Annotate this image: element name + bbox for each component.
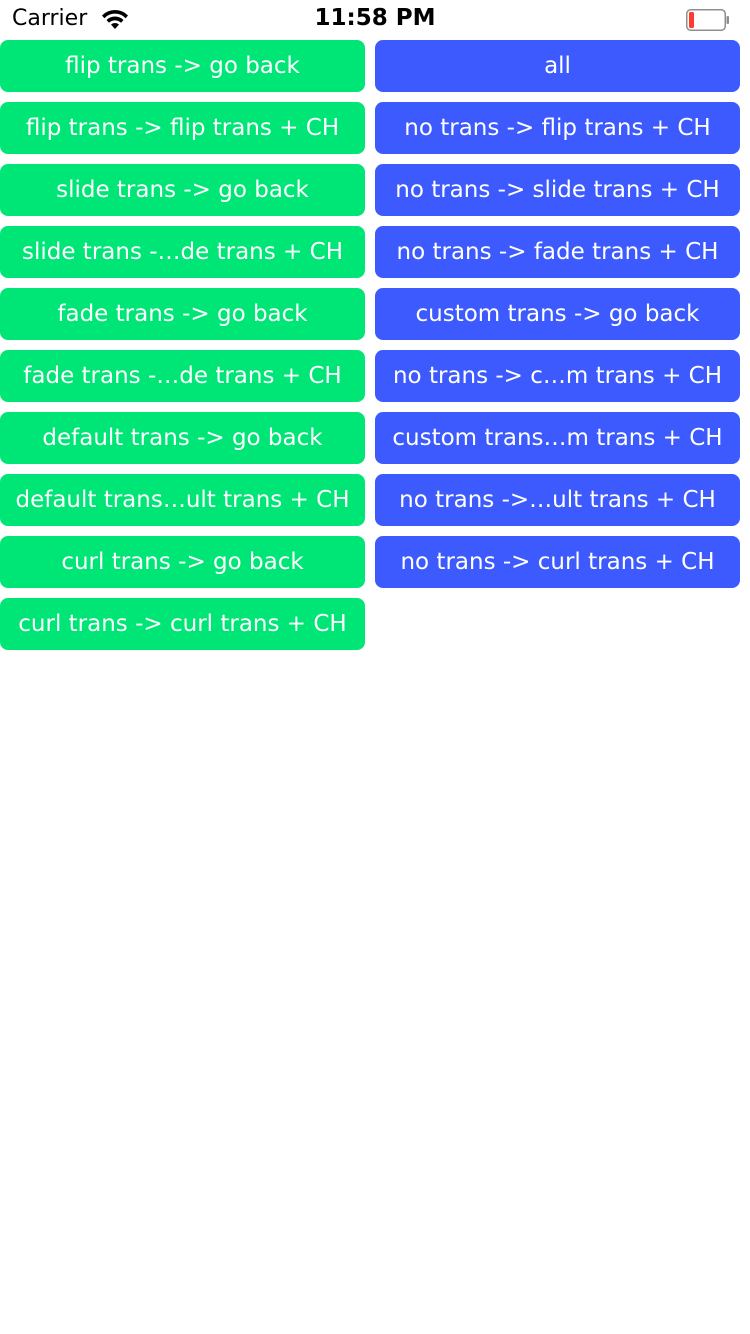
battery-icon: [686, 9, 729, 31]
left-button-9-curl-trans-go-back[interactable]: curl trans -> go back: [0, 536, 365, 588]
left-button-2-flip-trans-flip-trans-ch[interactable]: flip trans -> flip trans + CH: [0, 102, 365, 154]
left-button-8-default-trans-ult-trans-ch[interactable]: default trans…ult trans + CH: [0, 474, 365, 526]
left-button-4-slide-trans-de-trans-ch[interactable]: slide trans -…de trans + CH: [0, 226, 365, 278]
clock: 11:58 PM: [314, 5, 436, 31]
left-button-7-default-trans-go-back[interactable]: default trans -> go back: [0, 412, 365, 464]
left-button-3-slide-trans-go-back[interactable]: slide trans -> go back: [0, 164, 365, 216]
right-button-6-no-trans-c-m-trans-ch[interactable]: no trans -> c…m trans + CH: [375, 350, 740, 402]
right-button-2-no-trans-flip-trans-ch[interactable]: no trans -> flip trans + CH: [375, 102, 740, 154]
left-button-10-curl-trans-curl-trans-ch[interactable]: curl trans -> curl trans + CH: [0, 598, 365, 650]
status-bar: Carrier 11:58 PM: [0, 0, 750, 40]
right-button-5-custom-trans-go-back[interactable]: custom trans -> go back: [375, 288, 740, 340]
right-button-1-all[interactable]: all: [375, 40, 740, 92]
left-button-6-fade-trans-de-trans-ch[interactable]: fade trans -…de trans + CH: [0, 350, 365, 402]
left-button-1-flip-trans-go-back[interactable]: flip trans -> go back: [0, 40, 365, 92]
right-button-4-no-trans-fade-trans-ch[interactable]: no trans -> fade trans + CH: [375, 226, 740, 278]
right-button-7-custom-trans-m-trans-ch[interactable]: custom trans…m trans + CH: [375, 412, 740, 464]
right-button-3-no-trans-slide-trans-ch[interactable]: no trans -> slide trans + CH: [375, 164, 740, 216]
right-button-8-no-trans-ult-trans-ch[interactable]: no trans ->…ult trans + CH: [375, 474, 740, 526]
right-button-9-no-trans-curl-trans-ch[interactable]: no trans -> curl trans + CH: [375, 536, 740, 588]
left-button-5-fade-trans-go-back[interactable]: fade trans -> go back: [0, 288, 365, 340]
